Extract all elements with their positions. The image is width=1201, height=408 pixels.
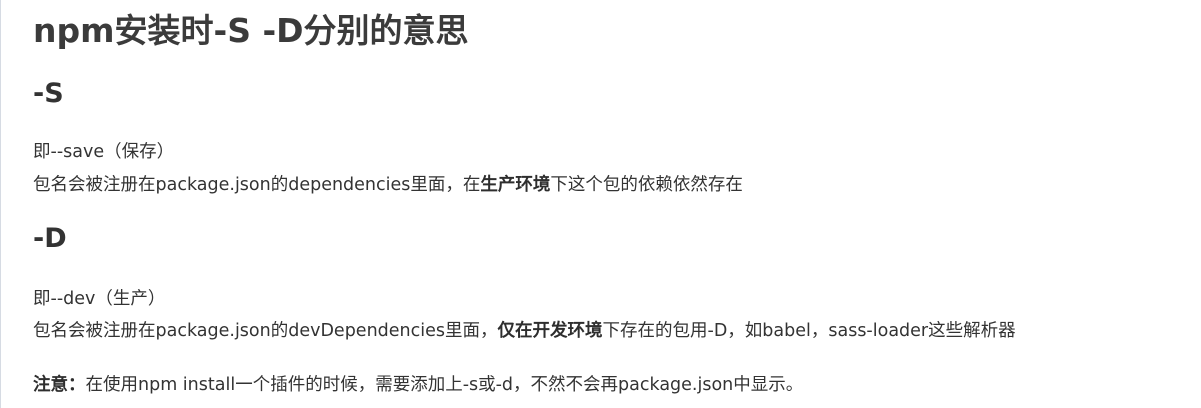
note-text: 在使用npm install一个插件的时候，需要添加上-s或-d，不然不会再pa…	[85, 375, 804, 395]
dev-detail-text-after: 下存在的包用-D，如babel，sass-loader这些解析器	[602, 321, 1016, 341]
save-detail: 包名会被注册在package.json的dependencies里面，在生产环境…	[33, 173, 743, 197]
note-label: 注意：	[33, 375, 86, 395]
save-detail-text-after: 下这个包的依赖依然存在	[550, 175, 743, 195]
article-title: npm安装时-S -D分别的意思	[33, 11, 469, 50]
dev-detail-emphasis: 仅在开发环境	[497, 321, 603, 341]
section-heading-dev: -D	[33, 223, 67, 254]
note-paragraph: 注意：在使用npm install一个插件的时候，需要添加上-s或-d，不然不会…	[33, 373, 803, 397]
save-detail-emphasis: 生产环境	[480, 175, 551, 195]
dev-description: 即--dev（生产）	[33, 289, 166, 309]
save-description: 即--save（保存）	[33, 142, 175, 162]
dev-detail-text-before: 包名会被注册在package.json的devDependencies里面，	[33, 321, 498, 341]
article-page: npm安装时-S -D分别的意思 -S 即--save（保存） 包名会被注册在p…	[0, 0, 1201, 408]
dev-detail: 包名会被注册在package.json的devDependencies里面，仅在…	[33, 319, 1016, 343]
section-heading-save: -S	[33, 78, 64, 109]
save-detail-text-before: 包名会被注册在package.json的dependencies里面，在	[33, 175, 481, 195]
